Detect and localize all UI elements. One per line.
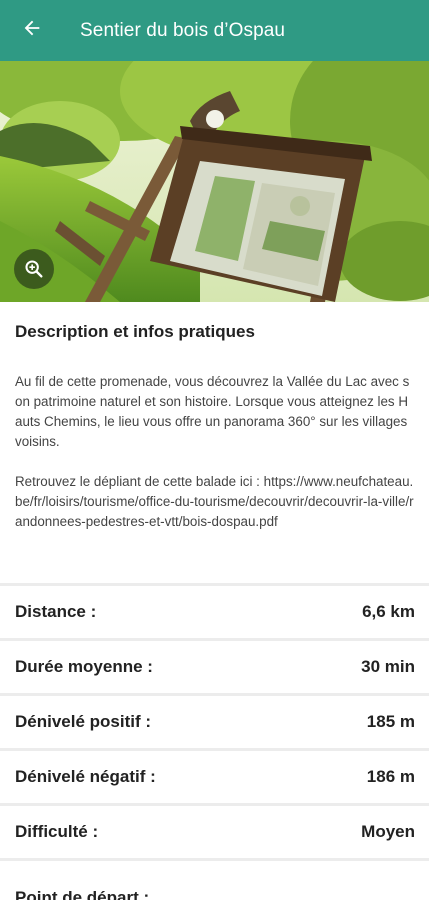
- stat-row-difficulty: Difficulté : Moyen: [0, 806, 429, 858]
- stat-label: Dénivelé positif :: [15, 712, 152, 731]
- stat-value: Moyen: [361, 822, 415, 841]
- stat-value: 186 m: [366, 767, 415, 786]
- stat-row-elevation-gain: Dénivelé positif : 185 m: [0, 696, 429, 748]
- stat-label: Dénivelé négatif :: [15, 767, 156, 786]
- stat-row-elevation-loss: Dénivelé négatif : 186 m: [0, 751, 429, 803]
- hero-image[interactable]: [0, 61, 429, 302]
- zoom-in-icon: [23, 258, 45, 280]
- stat-label: Difficulté :: [15, 822, 99, 841]
- stat-label: Distance :: [15, 602, 97, 621]
- app-bar: Sentier du bois d’Ospau: [0, 0, 429, 61]
- stat-value: 185 m: [366, 712, 415, 731]
- zoom-button[interactable]: [14, 249, 54, 289]
- stat-row-duration: Durée moyenne : 30 min: [0, 641, 429, 693]
- stat-value: 30 min: [361, 657, 415, 676]
- description-text: Au fil de cette promenade, vous découvre…: [15, 374, 414, 529]
- divider: [0, 858, 429, 861]
- start-point-label: Point de départ :: [15, 888, 150, 900]
- page-title: Sentier du bois d’Ospau: [80, 19, 286, 41]
- description-section: Description et infos pratiques Au fil de…: [0, 302, 429, 532]
- stat-value: 6,6 km: [362, 602, 415, 621]
- stat-row-distance: Distance : 6,6 km: [0, 586, 429, 638]
- trail-photo: [0, 61, 429, 302]
- trail-stats: Distance : 6,6 km Durée moyenne : 30 min…: [0, 583, 429, 861]
- description-title: Description et infos pratiques: [15, 322, 255, 341]
- arrow-left-icon: [21, 17, 43, 44]
- stat-label: Durée moyenne :: [15, 657, 153, 676]
- back-button[interactable]: [0, 0, 64, 61]
